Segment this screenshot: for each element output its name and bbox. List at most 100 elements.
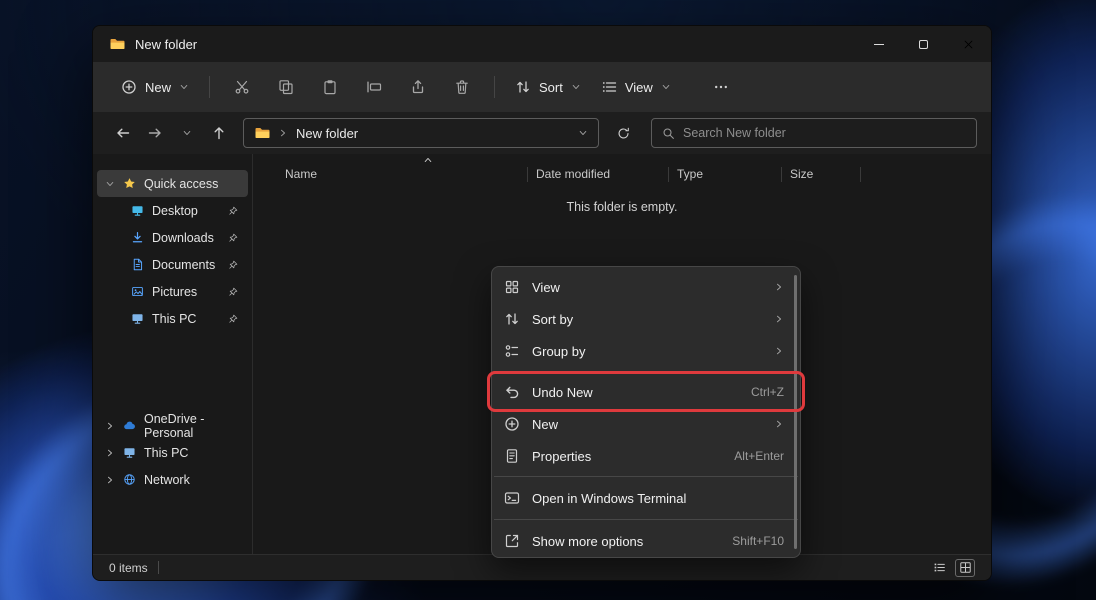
back-button[interactable] bbox=[107, 117, 139, 149]
chevron-down-icon bbox=[179, 82, 189, 92]
search-icon bbox=[662, 127, 675, 140]
pin-icon bbox=[228, 260, 238, 270]
breadcrumb-item[interactable]: New folder bbox=[296, 126, 358, 141]
chevron-right-icon bbox=[774, 282, 784, 292]
cut-icon bbox=[234, 79, 250, 95]
menu-item-label: New bbox=[532, 417, 558, 432]
pin-icon bbox=[228, 287, 238, 297]
rename-button[interactable] bbox=[354, 70, 394, 104]
chevron-down-icon bbox=[661, 82, 671, 92]
copy-button[interactable] bbox=[266, 70, 306, 104]
star-icon bbox=[123, 177, 136, 190]
new-button[interactable]: New bbox=[111, 72, 199, 102]
delete-button[interactable] bbox=[442, 70, 482, 104]
sidebar-item-quick-access[interactable]: Quick access bbox=[97, 170, 248, 197]
context-menu-item-group-by[interactable]: Group by bbox=[492, 335, 800, 367]
minimize-icon bbox=[874, 44, 884, 45]
sort-icon bbox=[515, 79, 531, 95]
properties-icon bbox=[504, 448, 520, 464]
terminal-icon bbox=[504, 490, 520, 506]
breadcrumb-chevron-icon bbox=[278, 128, 288, 138]
undo-icon bbox=[504, 384, 520, 400]
toolbar-separator bbox=[494, 76, 495, 98]
context-menu-item-sort-by[interactable]: Sort by bbox=[492, 303, 800, 335]
menu-item-label: Sort by bbox=[532, 312, 573, 327]
search-input[interactable] bbox=[683, 126, 966, 140]
sidebar-item-documents[interactable]: Documents bbox=[97, 251, 248, 278]
paste-button[interactable] bbox=[310, 70, 350, 104]
large-icons-view-button[interactable] bbox=[955, 559, 975, 577]
sidebar-item-onedrive[interactable]: OneDrive - Personal bbox=[97, 412, 248, 439]
document-icon bbox=[131, 258, 144, 271]
close-button[interactable] bbox=[946, 26, 991, 62]
forward-button[interactable] bbox=[139, 117, 171, 149]
navigation-pane: Quick access Desktop Downloads Documents… bbox=[93, 154, 253, 554]
chevron-down-icon bbox=[571, 82, 581, 92]
toolbar-separator bbox=[209, 76, 210, 98]
column-header-type[interactable]: Type bbox=[669, 167, 781, 181]
menu-item-label: View bbox=[532, 280, 560, 295]
sort-button[interactable]: Sort bbox=[505, 72, 591, 102]
chevron-right-icon[interactable] bbox=[105, 475, 115, 485]
context-menu-item-open-in-terminal[interactable]: Open in Windows Terminal bbox=[492, 481, 800, 515]
sidebar-item-label: This PC bbox=[144, 446, 188, 460]
statusbar-divider bbox=[158, 561, 159, 574]
paste-icon bbox=[322, 79, 338, 95]
arrow-right-icon bbox=[147, 125, 163, 141]
sidebar-item-desktop[interactable]: Desktop bbox=[97, 197, 248, 224]
context-menu-scrollbar[interactable] bbox=[794, 275, 797, 549]
cloud-icon bbox=[123, 419, 136, 432]
window-controls bbox=[856, 26, 991, 62]
menu-item-label: Properties bbox=[532, 449, 591, 464]
details-view-icon bbox=[933, 561, 946, 574]
download-icon bbox=[131, 231, 144, 244]
close-icon bbox=[963, 39, 974, 50]
window-title: New folder bbox=[135, 37, 197, 52]
view-list-icon bbox=[601, 79, 617, 95]
view-button[interactable]: View bbox=[591, 72, 681, 102]
thumbnail-view-icon bbox=[959, 561, 972, 574]
minimize-button[interactable] bbox=[856, 26, 901, 62]
share-button[interactable] bbox=[398, 70, 438, 104]
menu-item-shortcut: Ctrl+Z bbox=[751, 385, 784, 399]
sidebar-item-this-pc[interactable]: This PC bbox=[97, 439, 248, 466]
monitor-icon bbox=[123, 446, 136, 459]
plus-circle-icon bbox=[121, 79, 137, 95]
recent-locations-button[interactable] bbox=[171, 117, 203, 149]
menu-separator bbox=[494, 371, 798, 372]
maximize-icon bbox=[919, 40, 928, 49]
context-menu-item-view[interactable]: View bbox=[492, 271, 800, 303]
sidebar-item-label: Quick access bbox=[144, 177, 218, 191]
address-dropdown-icon[interactable] bbox=[578, 128, 588, 138]
up-button[interactable] bbox=[203, 117, 235, 149]
sidebar-item-network[interactable]: Network bbox=[97, 466, 248, 493]
column-header-name[interactable]: Name bbox=[285, 167, 527, 181]
address-bar[interactable]: New folder bbox=[243, 118, 599, 148]
sidebar-item-pictures[interactable]: Pictures bbox=[97, 278, 248, 305]
column-separator[interactable] bbox=[860, 167, 861, 182]
menu-item-label: Show more options bbox=[532, 534, 643, 549]
titlebar: New folder bbox=[93, 26, 991, 62]
refresh-button[interactable] bbox=[607, 117, 639, 149]
context-menu-item-show-more-options[interactable]: Show more options Shift+F10 bbox=[492, 524, 800, 558]
context-menu-item-new[interactable]: New bbox=[492, 408, 800, 440]
empty-folder-message: This folder is empty. bbox=[253, 200, 991, 214]
context-menu-item-undo-new[interactable]: Undo New Ctrl+Z bbox=[492, 376, 800, 408]
column-header-size[interactable]: Size bbox=[782, 167, 860, 181]
cut-button[interactable] bbox=[222, 70, 262, 104]
share-icon bbox=[410, 79, 426, 95]
arrow-up-icon bbox=[211, 125, 227, 141]
chevron-down-icon[interactable] bbox=[105, 179, 115, 189]
maximize-button[interactable] bbox=[901, 26, 946, 62]
menu-separator bbox=[494, 476, 798, 477]
sidebar-item-this-pc-pinned[interactable]: This PC bbox=[97, 305, 248, 332]
view-button-label: View bbox=[625, 80, 653, 95]
details-view-button[interactable] bbox=[929, 559, 949, 577]
chevron-right-icon[interactable] bbox=[105, 421, 115, 431]
more-options-button[interactable] bbox=[701, 70, 741, 104]
chevron-right-icon[interactable] bbox=[105, 448, 115, 458]
context-menu-item-properties[interactable]: Properties Alt+Enter bbox=[492, 440, 800, 472]
sidebar-item-downloads[interactable]: Downloads bbox=[97, 224, 248, 251]
sidebar-item-label: Documents bbox=[152, 258, 215, 272]
column-header-date-modified[interactable]: Date modified bbox=[528, 167, 668, 181]
